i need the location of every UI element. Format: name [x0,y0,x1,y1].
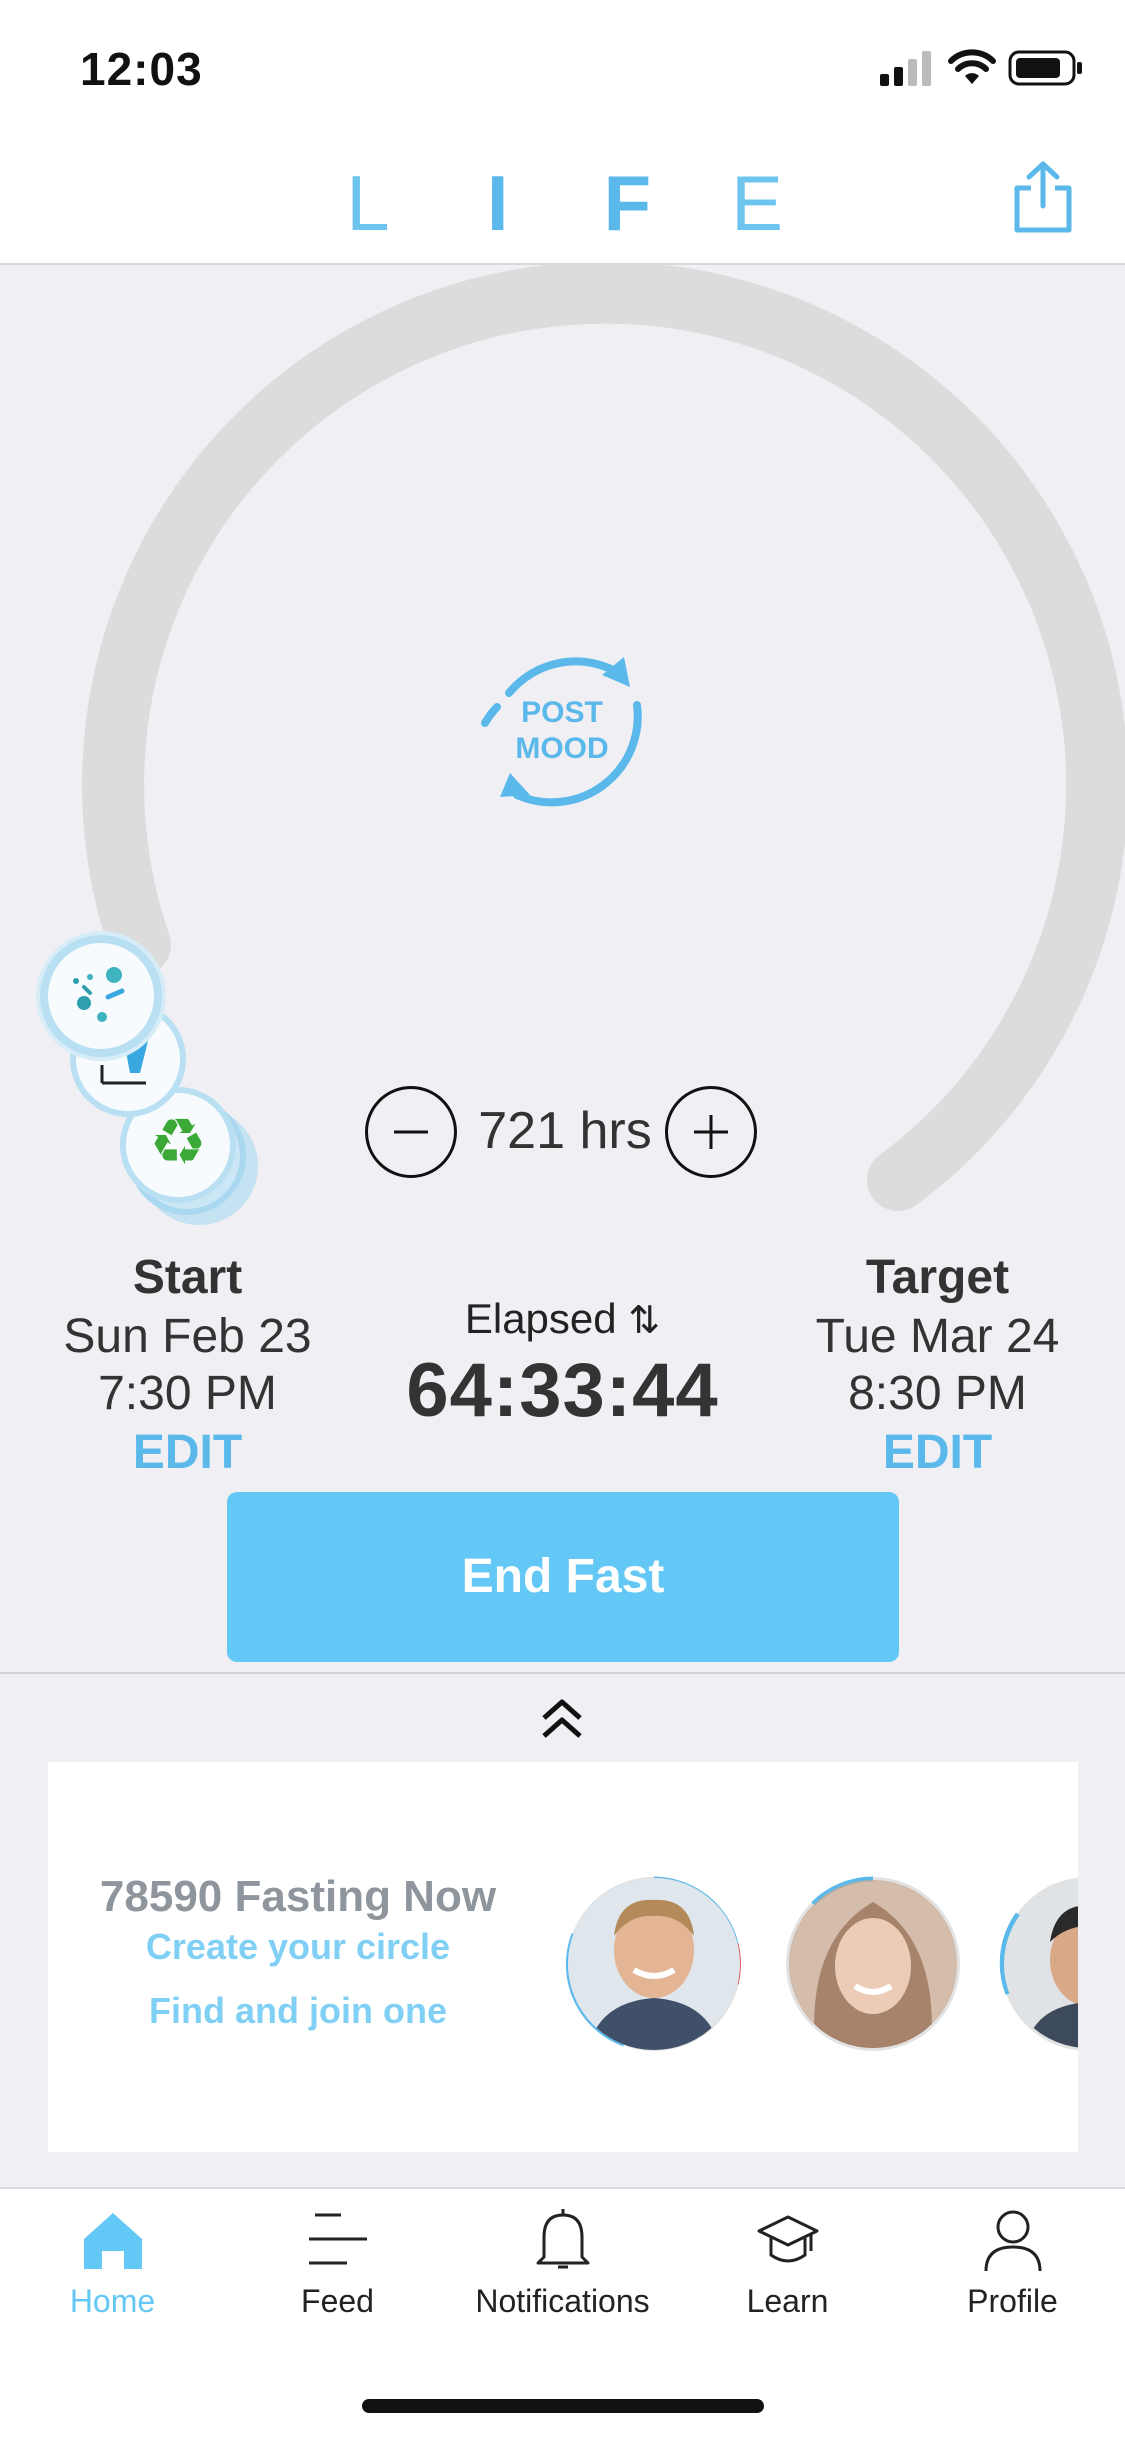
status-bar: 12:03 [0,0,1125,130]
tab-label: Notifications [475,2283,650,2319]
find-join-link[interactable]: Find and join one [48,1990,548,2032]
tab-label: Feed [301,2283,374,2319]
recycle-icon: ♻ [149,1106,207,1178]
logo-letter: F [603,159,652,247]
start-date: Sun Feb 23 [63,1310,312,1363]
plus-icon [694,1115,728,1149]
target-hours: 721 hrs [478,1102,652,1160]
graduation-cap-icon [757,2215,818,2263]
start-heading: Start [132,1251,243,1304]
logo-letter: L [346,159,390,247]
signal-icon [880,51,931,86]
member-avatar[interactable] [998,1874,1078,2054]
elapsed-time: 64:33:44 [406,1348,719,1433]
status-time: 12:03 [80,43,203,95]
fasting-stage-badges[interactable]: ♻ [40,935,290,1265]
share-icon[interactable] [1010,160,1076,234]
expand-handle[interactable] [0,1672,1125,1764]
post-mood-line: MOOD [515,732,609,765]
member-avatar[interactable] [783,1874,963,2054]
battery-icon [1008,50,1082,86]
person-photo [568,1878,740,2050]
tab-bar: Home Feed Notifications Learn Profile [0,2187,1125,2438]
start-info: Start Sun Feb 23 7:30 PM EDIT [30,1250,345,1480]
swap-arrows-icon: ⇅ [628,1300,661,1342]
avatar [789,1880,957,2048]
cells-icon [73,967,125,1022]
double-chevron-up-icon [542,1699,582,1738]
tab-notifications[interactable]: Notifications [450,2207,675,2320]
target-date: Tue Mar 24 [815,1310,1060,1363]
increase-hours-button[interactable] [665,1086,757,1178]
tab-home[interactable]: Home [0,2207,225,2320]
logo-letter: I [486,159,509,247]
tab-label: Home [69,2283,156,2319]
tab-label: Profile [967,2283,1058,2319]
home-icon [83,2213,142,2269]
target-heading: Target [865,1251,1010,1304]
logo-letter: E [730,159,784,247]
elapsed-label-row: Elapsed ⇅ [370,1295,755,1343]
community-card: 78590 Fasting Now Create your circle Fin… [48,1762,1078,2152]
edit-target-button[interactable]: EDIT [780,1425,1095,1480]
post-mood-button[interactable]: POST MOOD [462,625,662,825]
tab-feed[interactable]: Feed [225,2207,450,2320]
home-indicator [362,2399,764,2413]
tab-profile[interactable]: Profile [900,2207,1125,2320]
bell-icon [536,2209,589,2269]
fasting-now-count: 78590 Fasting Now [99,1872,497,1921]
minus-icon [394,1130,428,1134]
person-photo [789,1880,957,2048]
member-avatar[interactable] [564,1874,744,2054]
post-mood-line: POST [521,696,603,729]
create-circle-link[interactable]: Create your circle [48,1926,548,1968]
app-logo: L I F E [0,158,1125,249]
target-info: Target Tue Mar 24 8:30 PM EDIT [780,1250,1095,1480]
fasting-timer-section: POST MOOD ♻ 721 hrs Start Sun Feb 23 7:3… [0,265,1125,1672]
post-mood-label: POST MOOD [462,695,662,767]
community-text: 78590 Fasting Now Create your circle Fin… [48,1872,548,2032]
elapsed-info[interactable]: Elapsed ⇅ 64:33:44 [370,1295,755,1434]
end-fast-button[interactable]: End Fast [227,1492,899,1662]
feed-icon [308,2213,367,2265]
app-header: L I F E [0,130,1125,265]
decrease-hours-button[interactable] [365,1086,457,1178]
tab-label: Learn [746,2283,829,2319]
edit-start-button[interactable]: EDIT [30,1425,345,1480]
avatar [568,1878,740,2050]
tab-learn[interactable]: Learn [675,2207,900,2320]
target-time: 8:30 PM [848,1367,1027,1420]
start-time: 7:30 PM [98,1367,277,1420]
person-icon [984,2210,1041,2272]
cells-badge [40,935,162,1057]
elapsed-label: Elapsed [464,1295,617,1342]
wifi-icon [948,49,996,84]
